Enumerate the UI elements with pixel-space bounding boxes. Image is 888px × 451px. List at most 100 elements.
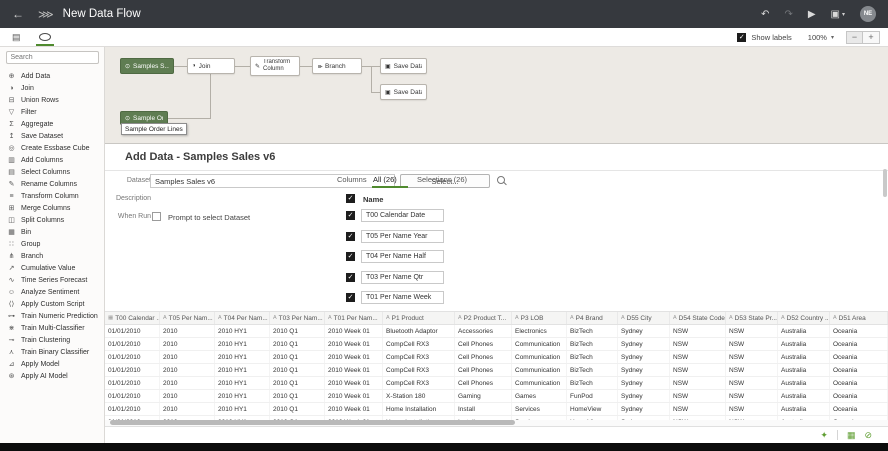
sidebar-item-split-columns[interactable]: ◫ Split Columns	[0, 214, 104, 226]
sidebar-item-aggregate[interactable]: Σ Aggregate	[0, 118, 104, 130]
step-icon: ☺	[7, 289, 16, 296]
table-cell: 2010 HY1	[215, 364, 270, 376]
sidebar-item-label: Analyze Sentiment	[21, 289, 79, 296]
node-samples-sales[interactable]: ⊙ Samples S...	[120, 58, 174, 74]
node-branch[interactable]: ⋔ Branch	[312, 58, 362, 74]
column-checkbox[interactable]: ✓	[346, 252, 355, 261]
sidebar-item-label: Select Columns	[21, 169, 70, 176]
column-name-field[interactable]: T03 Per Name Qtr	[361, 271, 444, 284]
sidebar-item-train-clustering[interactable]: ⊸ Train Clustering	[0, 334, 104, 346]
sidebar-item-train-numeric-prediction[interactable]: ⊶ Train Numeric Prediction	[0, 310, 104, 322]
table-cell: CompCell RX3	[383, 338, 455, 350]
column-name-field[interactable]: T01 Per Name Week	[361, 291, 444, 304]
search-input[interactable]	[6, 51, 99, 64]
avatar[interactable]: NE	[860, 6, 876, 22]
sidebar-item-filter[interactable]: ▽ Filter	[0, 106, 104, 118]
back-button[interactable]: ←	[12, 7, 24, 21]
sidebar-item-rename-columns[interactable]: ✎ Rename Columns	[0, 178, 104, 190]
sidebar-item-group[interactable]: ∷ Group	[0, 238, 104, 250]
sidebar-item-save-dataset[interactable]: ↥ Save Dataset	[0, 130, 104, 142]
step-icon: ⟨⟩	[7, 300, 16, 308]
redo-icon[interactable]: ↷	[784, 9, 792, 20]
table-cell: Oceania	[830, 377, 888, 389]
sidebar-item-label: Time Series Forecast	[21, 277, 87, 284]
save-button[interactable]: ▣ ▾	[831, 9, 845, 20]
table-cell: 2010 Q1	[270, 377, 325, 389]
column-name-field[interactable]: T04 Per Name Half	[361, 250, 444, 263]
table-cell: 2010	[160, 364, 215, 376]
node-save-data-2[interactable]: ▣ Save Data	[380, 84, 427, 100]
run-dataflow-icon[interactable]: ▶	[808, 9, 816, 20]
table-cell: NSW	[726, 403, 778, 415]
panel-vertical-scrollbar[interactable]	[883, 169, 887, 197]
sidebar-item-analyze-sentiment[interactable]: ☺ Analyze Sentiment	[0, 286, 104, 298]
zoom-in-button[interactable]: +	[863, 31, 880, 44]
attribute-icon: A	[833, 315, 837, 321]
sidebar-item-label: Train Multi-Classifier	[21, 325, 85, 332]
flow-canvas[interactable]: ⊙ Samples S... ◑ Join ✎ Transform Column…	[105, 47, 888, 144]
node-save-data-1[interactable]: ▣ Save Data	[380, 58, 427, 74]
sidebar-item-apply-ai-model[interactable]: ⊛ Apply AI Model	[0, 370, 104, 382]
sidebar-item-cumulative-value[interactable]: ↗ Cumulative Value	[0, 262, 104, 274]
column-header-d51-area: AD51 Area	[830, 312, 888, 324]
table-cell: 2010 HY1	[215, 377, 270, 389]
sidebar-item-select-columns[interactable]: ▤ Select Columns	[0, 166, 104, 178]
column-checkbox[interactable]: ✓	[346, 273, 355, 282]
node-label: Sample Or...	[133, 115, 163, 122]
tab-steps-panel[interactable]	[36, 28, 54, 46]
tab-selections[interactable]: Selections (26)	[417, 175, 467, 184]
tab-data-panel[interactable]: ▤	[9, 28, 24, 46]
save-menu-caret-icon[interactable]: ▾	[842, 11, 845, 18]
table-cell: Sydney	[618, 351, 670, 363]
step-icon: ▽	[7, 108, 16, 116]
sidebar-item-time-series-forecast[interactable]: ∿ Time Series Forecast	[0, 274, 104, 286]
data-grid-icon[interactable]: ▦	[847, 431, 856, 440]
sidebar-item-train-binary-classifier[interactable]: ⋏ Train Binary Classifier	[0, 346, 104, 358]
node-join[interactable]: ◑ Join	[187, 58, 235, 74]
table-horizontal-scrollbar[interactable]	[110, 420, 515, 425]
zoom-out-button[interactable]: −	[846, 31, 863, 44]
connector	[168, 118, 210, 119]
prompt-dataset-checkbox[interactable]	[152, 212, 161, 221]
table-cell: 2010 Q1	[270, 351, 325, 363]
sparkle-icon[interactable]: ✦	[820, 431, 828, 440]
column-checkbox[interactable]: ✓	[346, 211, 355, 220]
sidebar-item-bin[interactable]: ▦ Bin	[0, 226, 104, 238]
attribute-icon: A	[673, 315, 677, 321]
zoom-level-select[interactable]: 100%	[808, 33, 827, 42]
tab-all[interactable]: All (26)	[373, 175, 397, 184]
attribute-icon: A	[515, 315, 519, 321]
undo-icon[interactable]: ↶	[761, 9, 769, 20]
column-search-icon[interactable]	[497, 176, 505, 184]
sidebar-item-add-data[interactable]: ⊕ Add Data	[0, 70, 104, 82]
sidebar-item-apply-custom-script[interactable]: ⟨⟩ Apply Custom Script	[0, 298, 104, 310]
column-header-label: D53 State Pr...	[735, 315, 777, 322]
zoom-caret-icon[interactable]: ▾	[831, 34, 834, 41]
sidebar-item-union-rows[interactable]: ⊟ Union Rows	[0, 94, 104, 106]
sidebar-item-add-columns[interactable]: ▥ Add Columns	[0, 154, 104, 166]
calendar-icon: ▦	[108, 315, 113, 321]
step-icon: ⊕	[7, 72, 16, 80]
branch-icon: ⋔	[316, 63, 323, 68]
sidebar-item-transform-column[interactable]: ≡ Transform Column	[0, 190, 104, 202]
column-header-d52-country: AD52 Country ...	[778, 312, 830, 324]
node-transform-column[interactable]: ✎ Transform Column	[250, 56, 300, 76]
sidebar-item-merge-columns[interactable]: ⊞ Merge Columns	[0, 202, 104, 214]
sidebar-item-apply-model[interactable]: ⊿ Apply Model	[0, 358, 104, 370]
sidebar-item-join[interactable]: ◑ Join	[0, 82, 104, 94]
table-cell: NSW	[726, 390, 778, 402]
sidebar-item-branch[interactable]: ⋔ Branch	[0, 250, 104, 262]
table-cell: Oceania	[830, 390, 888, 402]
table-cell: CompCell RX3	[383, 377, 455, 389]
preview-icon[interactable]: ⊘	[864, 431, 872, 440]
show-labels-checkbox[interactable]: ✓	[737, 33, 746, 42]
column-checkbox[interactable]: ✓	[346, 293, 355, 302]
sidebar-item-train-multi-classifier[interactable]: ⋇ Train Multi-Classifier	[0, 322, 104, 334]
sidebar-item-create-essbase-cube[interactable]: ◎ Create Essbase Cube	[0, 142, 104, 154]
column-name-field[interactable]: T05 Per Name Year	[361, 230, 444, 243]
table-cell: 2010 HY1	[215, 351, 270, 363]
column-checkbox[interactable]: ✓	[346, 232, 355, 241]
column-name-field[interactable]: T00 Calendar Date	[361, 209, 444, 222]
table-cell: 2010 Week 01	[325, 403, 383, 415]
select-all-columns-checkbox[interactable]: ✓	[346, 194, 355, 203]
